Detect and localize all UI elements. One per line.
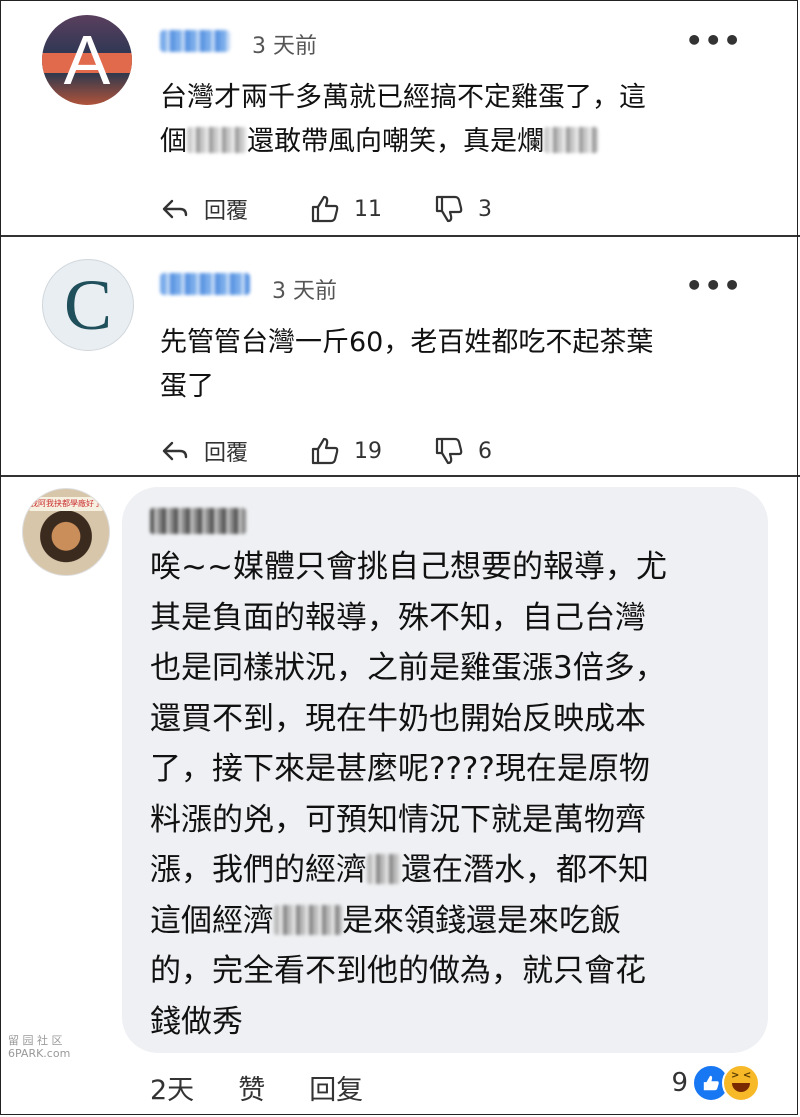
reply-button[interactable]: 回覆 [160,435,248,467]
comment-text: 台灣才兩千多萬就已經搞不定雞蛋了，這 個還敢帶風向嘲笑，真是爛 [160,82,646,157]
reply-button[interactable]: 回复 [309,1068,363,1107]
avatar[interactable]: 我阿我抉都學廠好了 [22,488,110,576]
commenter-name-blurred[interactable] [150,508,246,534]
like-button[interactable]: 赞 [238,1068,265,1107]
comment-text: 唉~~媒體只會挑自己想要的報導，尤 其是負面的報導，殊不知，自己台灣 也是同樣狀… [150,549,667,1040]
avatar-letter: A [63,21,111,99]
dislike-button[interactable]: 6 [434,436,492,466]
avatar[interactable]: A [42,15,132,105]
comment-actions: 回覆 19 6 [160,435,530,467]
timestamp: 3 天前 [252,34,317,59]
dislike-button[interactable]: 3 [434,194,492,224]
thumbs-down-icon [435,437,463,465]
reply-button[interactable]: 回覆 [160,193,248,225]
more-dots-icon[interactable]: ••• [685,269,742,302]
reply-icon [162,199,188,219]
thumbs-up-icon [311,437,339,465]
comment-actions: 回覆 11 3 [160,193,530,225]
like-button[interactable]: 11 [310,194,382,224]
comment-text: 先管管台灣一斤60，老百姓都吃不起茶葉 蛋了 [160,327,654,402]
avatar[interactable]: C [42,259,134,351]
reply-icon [162,441,188,461]
more-dots-icon[interactable]: ••• [685,24,742,57]
like-button[interactable]: 19 [310,436,382,466]
thumbs-down-icon [435,195,463,223]
reaction-count: 9 [671,1068,688,1098]
avatar-banner-text: 我阿我抉都學廠好了 [30,499,102,508]
timestamp: 3 天前 [272,279,337,304]
username-blurred[interactable] [160,30,230,52]
comment-2: C 3 天前 ••• 先管管台灣一斤60，老百姓都吃不起茶葉 蛋了 回覆 19 … [0,237,800,477]
timestamp[interactable]: 2天 [150,1068,194,1107]
watermark: 留 园 社 区 6PARK.com [8,1034,71,1060]
haha-reaction-icon [722,1064,760,1102]
username-blurred[interactable] [160,273,250,295]
reaction-summary[interactable]: 9 [671,1064,760,1102]
comment-1: A 3 天前 ••• 台灣才兩千多萬就已經搞不定雞蛋了，這 個還敢帶風向嘲笑，真… [0,0,800,237]
avatar-letter: C [63,264,113,345]
comment-actions: 2天 赞 回复 [150,1068,407,1107]
thumbs-up-icon [311,195,339,223]
